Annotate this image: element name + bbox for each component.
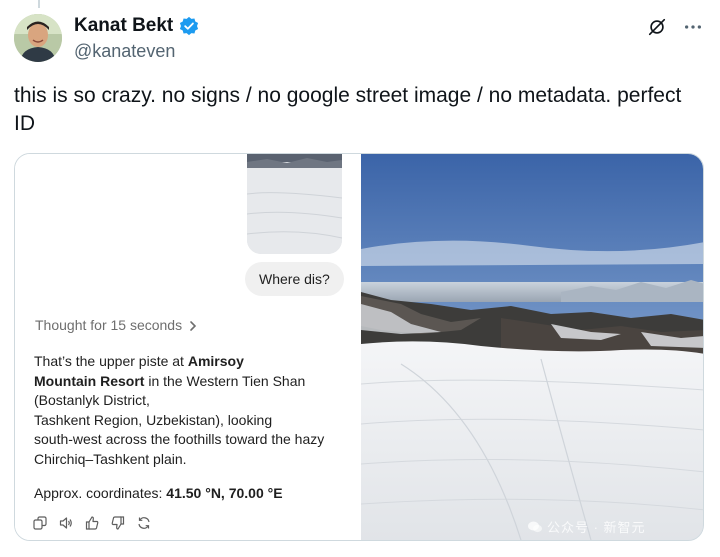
chat-action-bar: [33, 516, 151, 530]
display-name[interactable]: Kanat Bekt: [74, 15, 173, 37]
verified-badge-icon: [179, 16, 199, 36]
top-actions: [646, 16, 704, 38]
user-uploaded-photo: [247, 154, 342, 254]
handle[interactable]: @kanateven: [74, 41, 199, 62]
thread-line: [38, 0, 40, 8]
tweet-text: this is so crazy. no signs / no google s…: [14, 84, 682, 135]
grok-icon[interactable]: [646, 16, 668, 38]
mountain-photo[interactable]: [361, 154, 703, 540]
avatar[interactable]: [14, 14, 62, 62]
copy-icon[interactable]: [33, 516, 47, 530]
coordinates-value: 41.50 °N, 70.00 °E: [166, 485, 283, 501]
more-icon[interactable]: [682, 16, 704, 38]
coordinates: Approx. coordinates: 41.50 °N, 70.00 °E: [34, 485, 283, 501]
place-name-bold-2: Mountain Resort: [34, 372, 145, 389]
place-name-bold: Amirsoy: [187, 353, 244, 369]
regenerate-icon[interactable]: [137, 516, 151, 530]
user-message-bubble: Where dis?: [245, 262, 344, 296]
thought-toggle[interactable]: Thought for 15 seconds: [35, 317, 198, 333]
chat-screenshot: Where dis? Thought for 15 seconds That’s…: [15, 154, 361, 540]
wechat-icon: [527, 519, 543, 535]
speaker-icon[interactable]: [59, 516, 73, 530]
assistant-answer: That’s the upper piste at Amirsoy Mounta…: [34, 353, 325, 467]
watermark-text: 公众号 · 新智元: [547, 520, 646, 535]
tweet-header: Kanat Bekt @kanateven: [74, 14, 199, 62]
chevron-right-icon: [188, 319, 198, 331]
thought-label: Thought for 15 seconds: [35, 317, 183, 333]
watermark: 公众号 · 新智元: [527, 517, 646, 536]
thumbs-up-icon[interactable]: [85, 516, 99, 530]
thumbs-down-icon[interactable]: [111, 516, 125, 530]
media-card[interactable]: Where dis? Thought for 15 seconds That’s…: [14, 153, 704, 541]
